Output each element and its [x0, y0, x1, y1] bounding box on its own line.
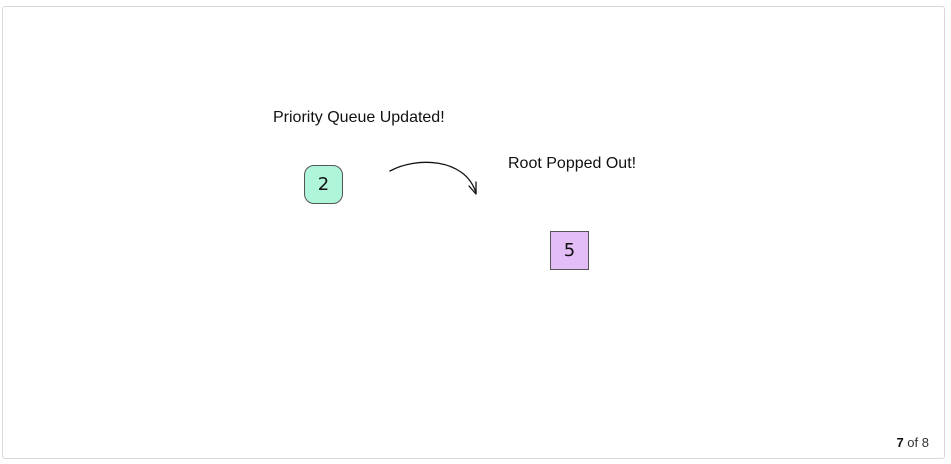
root-popped-out-label: Root Popped Out! [508, 155, 637, 172]
priority-queue-updated-label: Priority Queue Updated! [273, 109, 445, 126]
page-separator: of [907, 435, 919, 450]
slide-frame [2, 6, 945, 459]
page-current: 7 [896, 435, 904, 450]
page-total: 8 [921, 435, 929, 450]
queue-node: 2 [304, 165, 343, 204]
curved-arrow-icon [389, 161, 477, 195]
page-counter: 7 of 8 [896, 435, 929, 450]
popped-node: 5 [550, 231, 589, 270]
